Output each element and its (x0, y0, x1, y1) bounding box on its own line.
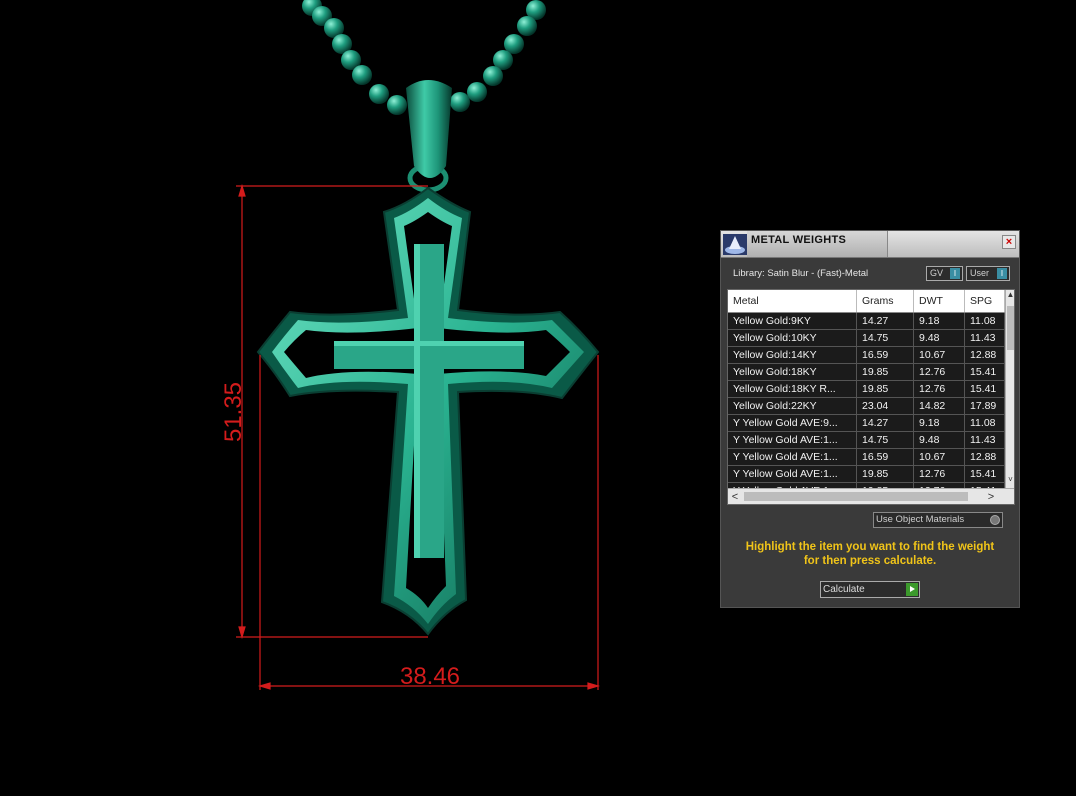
column-header-grams[interactable]: Grams (857, 290, 914, 312)
spg-cell: 11.43 (965, 432, 1005, 448)
spg-cell: 12.88 (965, 449, 1005, 465)
scroll-up-icon[interactable]: ▲ (1006, 290, 1014, 300)
user-toggle-knob-icon: I (997, 268, 1007, 279)
spg-cell: 17.89 (965, 398, 1005, 414)
table-row[interactable]: Yellow Gold:14KY 16.59 10.67 12.88 (728, 347, 1005, 364)
horizontal-scrollbar[interactable]: < > (728, 488, 1014, 504)
table-row[interactable]: Yellow Gold:18KY R... 19.85 12.76 15.41 (728, 381, 1005, 398)
metal-weights-table[interactable]: Metal Grams DWT SPG Yellow Gold:9KY 14.27… (727, 289, 1015, 505)
chain-bead (517, 16, 537, 36)
metal-cell: Y Yellow Gold AVE:9... (728, 415, 857, 431)
dwt-cell: 9.48 (914, 432, 965, 448)
grams-cell: 14.75 (857, 330, 914, 346)
app-logo-icon (723, 234, 747, 255)
hint-line-2: for then press calculate. (803, 555, 937, 567)
radio-icon (990, 515, 1000, 525)
height-dimension-label: 51.35 (220, 382, 247, 442)
grams-cell: 23.04 (857, 398, 914, 414)
table-row[interactable]: Y Yellow Gold AVE:9... 14.27 9.18 11.08 (728, 415, 1005, 432)
vertical-scrollbar[interactable]: ▲ ˅ (1005, 290, 1014, 488)
panel-title: METAL WEIGHTS (751, 234, 847, 246)
use-object-materials-label: Use Object Materials (876, 514, 965, 525)
grams-cell: 14.27 (857, 313, 914, 329)
spg-cell: 11.43 (965, 330, 1005, 346)
metal-cell: Yellow Gold:14KY (728, 347, 857, 363)
dwt-cell: 9.18 (914, 415, 965, 431)
gv-toggle[interactable]: GV I (926, 266, 963, 281)
vertical-scroll-thumb[interactable] (1007, 306, 1014, 350)
grams-cell: 19.85 (857, 364, 914, 380)
spg-cell: 12.88 (965, 347, 1005, 363)
dwt-cell: 12.76 (914, 364, 965, 380)
gv-toggle-knob-icon: I (950, 268, 960, 279)
cross-pendant (256, 186, 600, 636)
metal-cell: Y Yellow Gold AVE:1... (728, 432, 857, 448)
spg-cell: 15.41 (965, 364, 1005, 380)
grams-cell: 16.59 (857, 449, 914, 465)
chain-bead (387, 95, 407, 115)
width-dimension-label: 38.46 (400, 663, 460, 690)
table-row[interactable]: Y Yellow Gold AVE:1...19.8512.7615.41 (728, 466, 1005, 483)
calculate-button[interactable]: Calculate (820, 581, 920, 598)
metal-weights-panel: METAL WEIGHTS × Library: Satin Blur - (F… (720, 230, 1020, 608)
dwt-cell: 12.76 (914, 466, 965, 482)
metal-cell: Y Yellow Gold AVE:1... (728, 466, 857, 482)
table-row[interactable]: Y Yellow Gold AVE:1... 14.75 9.48 11.43 (728, 432, 1005, 449)
chain-bead (352, 65, 372, 85)
dwt-cell: 12.76 (914, 381, 965, 397)
spg-cell: 11.08 (965, 313, 1005, 329)
panel-title-tab[interactable]: METAL WEIGHTS (747, 231, 888, 257)
dwt-cell: 10.67 (914, 449, 965, 465)
horizontal-scroll-thumb[interactable] (744, 492, 968, 501)
hint-line-1: Highlight the item you want to find the … (745, 541, 995, 553)
panel-titlebar[interactable]: METAL WEIGHTS × (721, 231, 1019, 258)
table-row[interactable]: Yellow Gold:10KY 14.75 9.48 11.43 (728, 330, 1005, 347)
grams-cell: 14.75 (857, 432, 914, 448)
scroll-right-icon[interactable]: > (984, 489, 998, 504)
metal-cell: Y Yellow Gold AVE:1... (728, 449, 857, 465)
column-header-metal[interactable]: Metal (728, 290, 857, 312)
chain-bead (483, 66, 503, 86)
user-toggle[interactable]: User I (966, 266, 1010, 281)
table-row[interactable]: Yellow Gold:18KY 19.85 12.76 15.41 (728, 364, 1005, 381)
calculate-label: Calculate (823, 584, 865, 595)
spg-cell: 15.41 (965, 466, 1005, 482)
scroll-down-icon[interactable]: ˅ (1006, 475, 1014, 485)
dwt-cell: 10.67 (914, 347, 965, 363)
dwt-cell: 14.82 (914, 398, 965, 414)
spg-cell: 15.41 (965, 381, 1005, 397)
hint-text: Highlight the item you want to find the … (731, 540, 1009, 568)
metal-cell: Yellow Gold:10KY (728, 330, 857, 346)
gv-label: GV (930, 268, 944, 278)
user-label: User (970, 268, 990, 278)
grams-cell: 19.85 (857, 381, 914, 397)
play-icon (906, 583, 918, 596)
table-row[interactable]: Y Yellow Gold AVE:1... 16.59 10.67 12.88 (728, 449, 1005, 466)
column-header-spg[interactable]: SPG (965, 290, 1005, 312)
scroll-left-icon[interactable]: < (728, 489, 742, 504)
library-label: Library: Satin Blur - (Fast)-Metal (733, 268, 869, 279)
grams-cell: 16.59 (857, 347, 914, 363)
table-body: Yellow Gold:9KY 14.27 9.18 11.08 Yellow Gold… (728, 313, 1005, 500)
metal-cell: Yellow Gold:18KY R... (728, 381, 857, 397)
dwt-cell: 9.18 (914, 313, 965, 329)
table-row[interactable]: Yellow Gold:22KY 23.04 14.82 17.89 (728, 398, 1005, 415)
metal-cell: Yellow Gold:9KY (728, 313, 857, 329)
table-row[interactable]: Yellow Gold:9KY 14.27 9.18 11.08 (728, 313, 1005, 330)
dwt-cell: 9.48 (914, 330, 965, 346)
table-header: Metal Grams DWT SPG (728, 290, 1005, 313)
use-object-materials-toggle[interactable]: Use Object Materials (873, 512, 1003, 528)
grams-cell: 14.27 (857, 415, 914, 431)
chain-bead (450, 92, 470, 112)
grams-cell: 19.85 (857, 466, 914, 482)
spg-cell: 11.08 (965, 415, 1005, 431)
column-header-dwt[interactable]: DWT (914, 290, 965, 312)
chain-bead (467, 82, 487, 102)
chain-bead (369, 84, 389, 104)
metal-cell: Yellow Gold:22KY (728, 398, 857, 414)
metal-cell: Yellow Gold:18KY (728, 364, 857, 380)
bail (406, 80, 452, 193)
close-button[interactable]: × (1002, 235, 1016, 249)
